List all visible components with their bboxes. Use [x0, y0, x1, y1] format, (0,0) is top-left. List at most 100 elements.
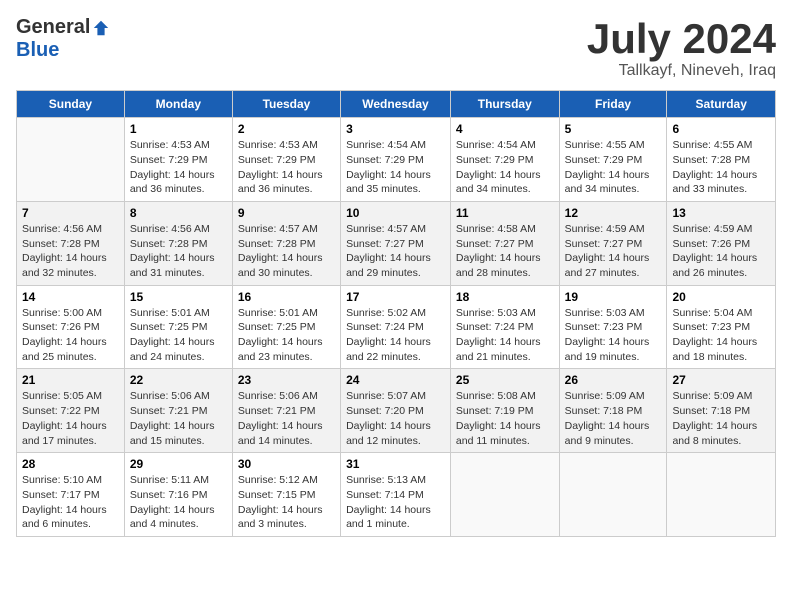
cell-info: Sunrise: 5:09 AM Sunset: 7:18 PM Dayligh…	[565, 389, 662, 448]
logo: General Blue	[16, 16, 110, 62]
header-wednesday: Wednesday	[341, 91, 451, 118]
calendar-cell: 18Sunrise: 5:03 AM Sunset: 7:24 PM Dayli…	[450, 285, 559, 369]
calendar-cell: 30Sunrise: 5:12 AM Sunset: 7:15 PM Dayli…	[232, 453, 340, 537]
day-number: 27	[672, 373, 770, 387]
cell-info: Sunrise: 5:13 AM Sunset: 7:14 PM Dayligh…	[346, 473, 445, 532]
header-monday: Monday	[124, 91, 232, 118]
cell-info: Sunrise: 5:11 AM Sunset: 7:16 PM Dayligh…	[130, 473, 227, 532]
calendar-cell: 19 Sunrise: 5:03 AM Sunset: 7:23 PM Dayli…	[559, 285, 667, 369]
calendar-cell: 27Sunrise: 5:09 AM Sunset: 7:18 PM Dayli…	[667, 369, 776, 453]
calendar-cell: 23Sunrise: 5:06 AM Sunset: 7:21 PM Dayli…	[232, 369, 340, 453]
day-number: 8	[130, 206, 227, 220]
calendar-week-row: 1 Sunrise: 4:53 AM Sunset: 7:29 PM Daylig…	[17, 118, 776, 202]
calendar-cell: 13Sunrise: 4:59 AM Sunset: 7:26 PM Dayli…	[667, 201, 776, 285]
calendar-cell	[17, 118, 125, 202]
cell-info: Sunrise: 5:07 AM Sunset: 7:20 PM Dayligh…	[346, 389, 445, 448]
cell-info: Sunrise: 5:06 AM Sunset: 7:21 PM Dayligh…	[130, 389, 227, 448]
day-number: 21	[22, 373, 119, 387]
day-number: 31	[346, 457, 445, 471]
calendar-cell: 7Sunrise: 4:56 AM Sunset: 7:28 PM Daylig…	[17, 201, 125, 285]
calendar-cell: 12 Sunrise: 4:59 AM Sunset: 7:27 PM Dayli…	[559, 201, 667, 285]
header-thursday: Thursday	[450, 91, 559, 118]
day-number: 30	[238, 457, 335, 471]
cell-info: Sunrise: 5:08 AM Sunset: 7:19 PM Dayligh…	[456, 389, 554, 448]
cell-info: Sunrise: 5:05 AM Sunset: 7:22 PM Dayligh…	[22, 389, 119, 448]
day-number: 14	[22, 290, 119, 304]
day-number: 18	[456, 290, 554, 304]
cell-info: Sunrise: 5:00 AM Sunset: 7:26 PM Dayligh…	[22, 306, 119, 365]
day-number: 16	[238, 290, 335, 304]
calendar-cell: 10 Sunrise: 4:57 AM Sunset: 7:27 PM Dayli…	[341, 201, 451, 285]
day-number: 3	[346, 122, 445, 136]
calendar-week-row: 14 Sunrise: 5:00 AM Sunset: 7:26 PM Dayli…	[17, 285, 776, 369]
calendar-cell: 28 Sunrise: 5:10 AM Sunset: 7:17 PM Dayli…	[17, 453, 125, 537]
day-number: 13	[672, 206, 770, 220]
calendar-table: Sunday Monday Tuesday Wednesday Thursday…	[16, 90, 776, 537]
header-sunday: Sunday	[17, 91, 125, 118]
calendar-cell: 2Sunrise: 4:53 AM Sunset: 7:29 PM Daylig…	[232, 118, 340, 202]
day-number: 12	[565, 206, 662, 220]
calendar-cell: 1 Sunrise: 4:53 AM Sunset: 7:29 PM Daylig…	[124, 118, 232, 202]
cell-info: Sunrise: 5:10 AM Sunset: 7:17 PM Dayligh…	[22, 473, 119, 532]
calendar-cell: 15 Sunrise: 5:01 AM Sunset: 7:25 PM Dayli…	[124, 285, 232, 369]
calendar-cell: 29 Sunrise: 5:11 AM Sunset: 7:16 PM Dayli…	[124, 453, 232, 537]
day-number: 25	[456, 373, 554, 387]
header-tuesday: Tuesday	[232, 91, 340, 118]
day-number: 4	[456, 122, 554, 136]
title-area: July 2024 Tallkayf, Nineveh, Iraq	[587, 16, 776, 80]
calendar-cell	[667, 453, 776, 537]
cell-info: Sunrise: 4:54 AM Sunset: 7:29 PM Dayligh…	[346, 138, 445, 197]
calendar-header-row: Sunday Monday Tuesday Wednesday Thursday…	[17, 91, 776, 118]
calendar-cell: 9Sunrise: 4:57 AM Sunset: 7:28 PM Daylig…	[232, 201, 340, 285]
cell-info: Sunrise: 4:59 AM Sunset: 7:27 PM Dayligh…	[565, 222, 662, 281]
calendar-cell	[450, 453, 559, 537]
cell-info: Sunrise: 5:02 AM Sunset: 7:24 PM Dayligh…	[346, 306, 445, 365]
day-number: 1	[130, 122, 227, 136]
header-saturday: Saturday	[667, 91, 776, 118]
cell-info: Sunrise: 4:55 AM Sunset: 7:28 PM Dayligh…	[672, 138, 770, 197]
calendar-cell: 24 Sunrise: 5:07 AM Sunset: 7:20 PM Dayli…	[341, 369, 451, 453]
calendar-cell: 14 Sunrise: 5:00 AM Sunset: 7:26 PM Dayli…	[17, 285, 125, 369]
day-number: 15	[130, 290, 227, 304]
day-number: 22	[130, 373, 227, 387]
day-number: 5	[565, 122, 662, 136]
month-year-title: July 2024	[587, 16, 776, 62]
calendar-cell: 26 Sunrise: 5:09 AM Sunset: 7:18 PM Dayli…	[559, 369, 667, 453]
calendar-cell: 6 Sunrise: 4:55 AM Sunset: 7:28 PM Daylig…	[667, 118, 776, 202]
calendar-cell	[559, 453, 667, 537]
logo-icon	[92, 19, 110, 37]
cell-info: Sunrise: 5:01 AM Sunset: 7:25 PM Dayligh…	[130, 306, 227, 365]
calendar-cell: 17 Sunrise: 5:02 AM Sunset: 7:24 PM Dayli…	[341, 285, 451, 369]
cell-info: Sunrise: 4:56 AM Sunset: 7:28 PM Dayligh…	[22, 222, 119, 281]
day-number: 24	[346, 373, 445, 387]
calendar-cell: 11 Sunrise: 4:58 AM Sunset: 7:27 PM Dayli…	[450, 201, 559, 285]
calendar-cell: 31 Sunrise: 5:13 AM Sunset: 7:14 PM Dayli…	[341, 453, 451, 537]
cell-info: Sunrise: 5:01 AM Sunset: 7:25 PM Dayligh…	[238, 306, 335, 365]
day-number: 6	[672, 122, 770, 136]
calendar-week-row: 7Sunrise: 4:56 AM Sunset: 7:28 PM Daylig…	[17, 201, 776, 285]
calendar-cell: 20Sunrise: 5:04 AM Sunset: 7:23 PM Dayli…	[667, 285, 776, 369]
cell-info: Sunrise: 5:03 AM Sunset: 7:23 PM Dayligh…	[565, 306, 662, 365]
day-number: 19	[565, 290, 662, 304]
cell-info: Sunrise: 4:54 AM Sunset: 7:29 PM Dayligh…	[456, 138, 554, 197]
cell-info: Sunrise: 4:57 AM Sunset: 7:27 PM Dayligh…	[346, 222, 445, 281]
cell-info: Sunrise: 4:53 AM Sunset: 7:29 PM Dayligh…	[238, 138, 335, 197]
logo-blue-text: Blue	[16, 39, 59, 62]
day-number: 10	[346, 206, 445, 220]
day-number: 29	[130, 457, 227, 471]
day-number: 17	[346, 290, 445, 304]
calendar-cell: 5Sunrise: 4:55 AM Sunset: 7:29 PM Daylig…	[559, 118, 667, 202]
cell-info: Sunrise: 4:58 AM Sunset: 7:27 PM Dayligh…	[456, 222, 554, 281]
calendar-cell: 16 Sunrise: 5:01 AM Sunset: 7:25 PM Dayli…	[232, 285, 340, 369]
day-number: 28	[22, 457, 119, 471]
calendar-cell: 8Sunrise: 4:56 AM Sunset: 7:28 PM Daylig…	[124, 201, 232, 285]
cell-info: Sunrise: 5:04 AM Sunset: 7:23 PM Dayligh…	[672, 306, 770, 365]
cell-info: Sunrise: 4:53 AM Sunset: 7:29 PM Dayligh…	[130, 138, 227, 197]
cell-info: Sunrise: 5:06 AM Sunset: 7:21 PM Dayligh…	[238, 389, 335, 448]
day-number: 11	[456, 206, 554, 220]
header: General Blue July 2024 Tallkayf, Nineveh…	[16, 16, 776, 80]
location-subtitle: Tallkayf, Nineveh, Iraq	[587, 62, 776, 80]
logo-general-text: General	[16, 16, 90, 39]
cell-info: Sunrise: 4:57 AM Sunset: 7:28 PM Dayligh…	[238, 222, 335, 281]
day-number: 26	[565, 373, 662, 387]
